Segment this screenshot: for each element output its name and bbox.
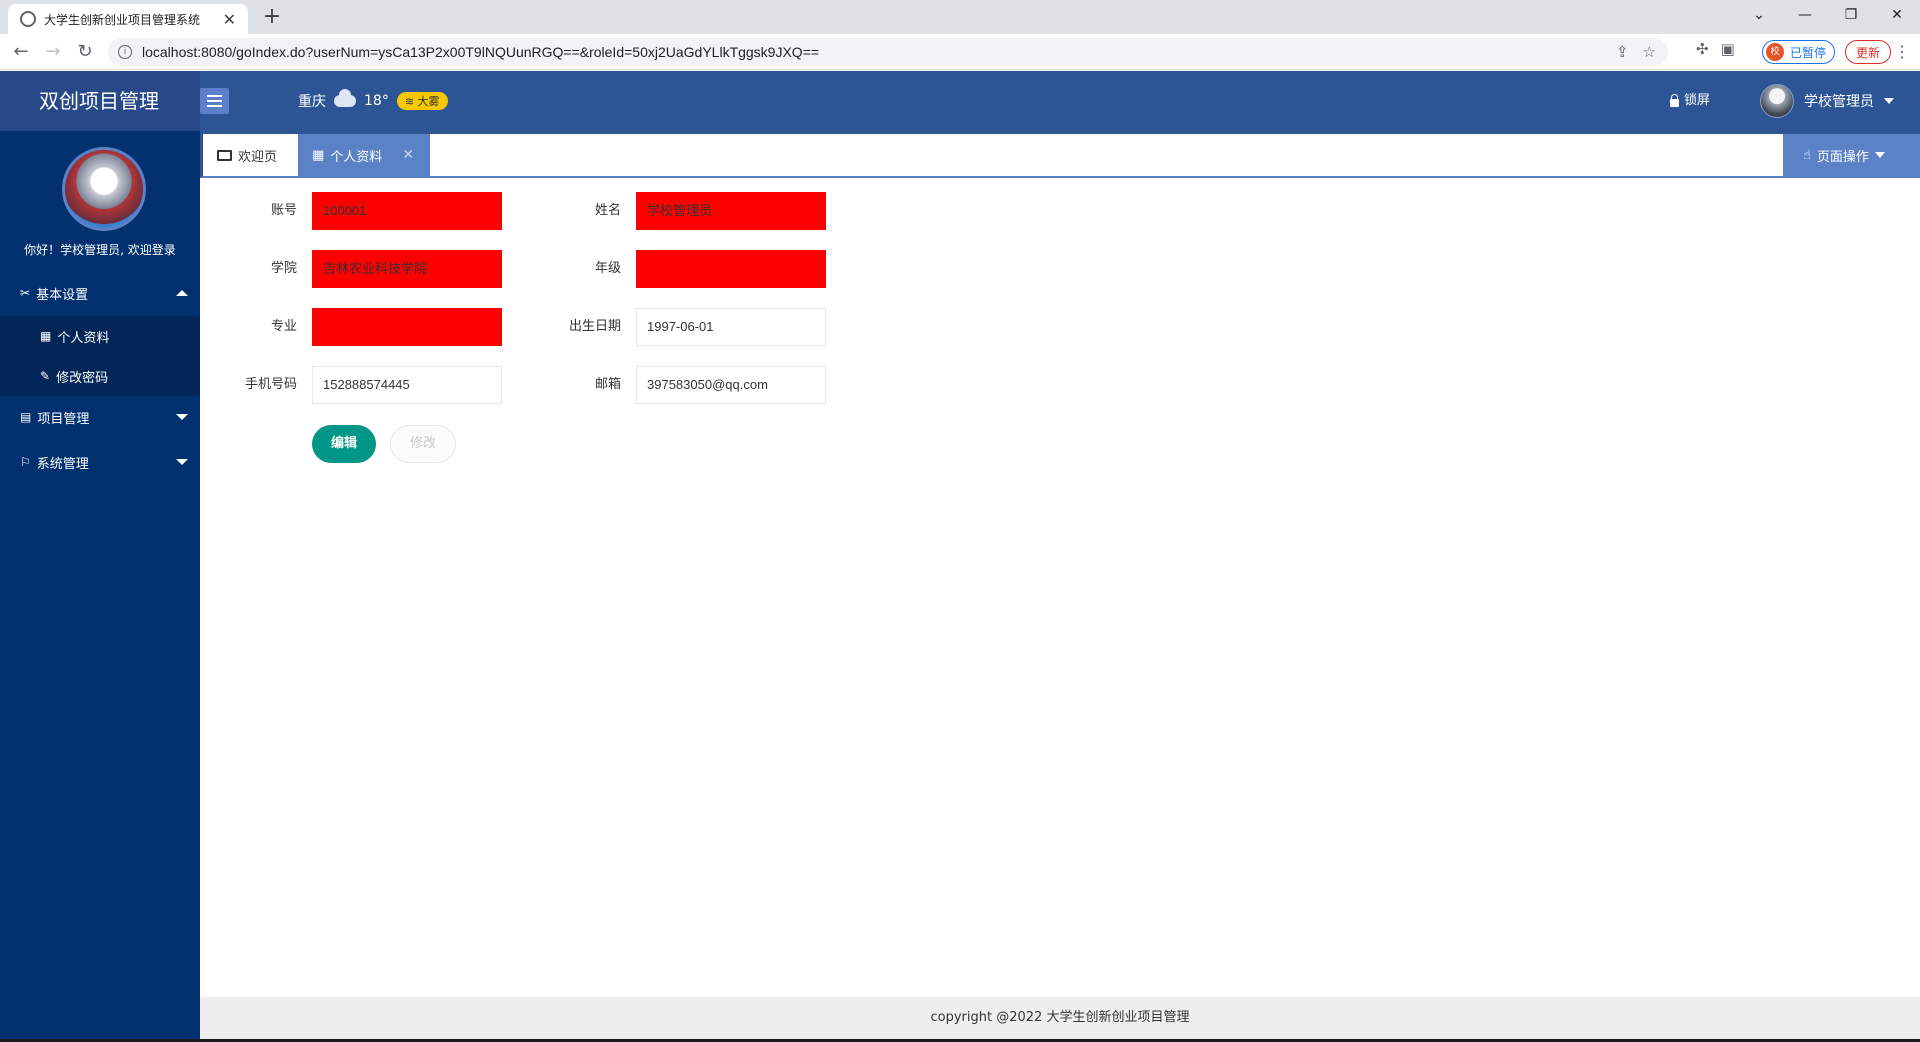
- profile-status: 已暂停: [1790, 45, 1827, 60]
- chevron-down-icon: [176, 414, 188, 420]
- browser-tabstrip: 大学生创新创业项目管理系统 ✕ + ⌄ — ❐ ✕: [0, 0, 1920, 34]
- close-icon[interactable]: ✕: [402, 147, 414, 163]
- chevron-up-icon: [176, 290, 188, 296]
- name-field[interactable]: 学校管理员: [636, 192, 826, 230]
- reload-icon[interactable]: ↻: [72, 40, 98, 66]
- user-avatar: [1760, 84, 1794, 118]
- calendar-icon: ▦: [312, 147, 325, 163]
- restore-icon[interactable]: ❐: [1828, 7, 1874, 23]
- cloud-icon: [334, 89, 356, 107]
- modify-button[interactable]: 修改: [390, 425, 456, 463]
- page-operations-button[interactable]: ☝ 页面操作: [1783, 134, 1920, 176]
- account-field[interactable]: 100001: [312, 192, 502, 230]
- monitor-icon: [217, 149, 232, 161]
- tools-icon: ✂: [20, 286, 31, 300]
- email-label: 邮箱: [594, 377, 621, 392]
- sidebar-group-system-management[interactable]: ⚐ 系统管理: [0, 442, 200, 482]
- chevron-down-icon: [1884, 98, 1894, 104]
- menu-toggle-icon[interactable]: [200, 88, 229, 114]
- browser-tab-title: 大学生创新创业项目管理系统: [44, 12, 201, 27]
- user-menu[interactable]: 学校管理员: [1760, 71, 1894, 131]
- profile-button[interactable]: 校 已暂停: [1762, 40, 1836, 64]
- college-label: 学院: [270, 261, 297, 276]
- new-tab-button[interactable]: +: [258, 4, 286, 32]
- extensions-puzzle-icon[interactable]: ✣: [1696, 40, 1709, 58]
- profile-avatar: 校: [1766, 43, 1784, 61]
- welcome-text: 你好！学校管理员, 欢迎登录: [24, 243, 176, 257]
- close-tab-icon[interactable]: ✕: [223, 10, 236, 29]
- share-icon[interactable]: ⇪: [1616, 43, 1629, 61]
- tab-search-icon[interactable]: ⌄: [1736, 7, 1782, 23]
- weather-temperature: 18°: [364, 93, 389, 109]
- app-header: 双创项目管理 重庆 18° ≋ 大雾 锁屏 学校管理员: [0, 71, 1920, 131]
- name-label: 姓名: [594, 203, 621, 218]
- app-logo: 双创项目管理: [0, 71, 200, 131]
- user-name: 学校管理员: [1804, 94, 1874, 110]
- email-field[interactable]: 397583050@qq.com: [636, 366, 826, 404]
- close-window-icon[interactable]: ✕: [1874, 7, 1920, 23]
- college-field[interactable]: 吉林农业科技学院: [312, 250, 502, 288]
- tab-profile[interactable]: ▦ 个人资料 ✕: [298, 134, 430, 176]
- grade-label: 年级: [594, 261, 621, 276]
- lock-label: 锁屏: [1684, 93, 1711, 108]
- tab-welcome[interactable]: 欢迎页: [203, 134, 291, 176]
- chevron-down-icon: [1874, 152, 1885, 158]
- window-controls: ⌄ — ❐ ✕: [1736, 0, 1920, 30]
- extension-icons: ✣ ▣: [1696, 40, 1735, 58]
- document-icon: ▤: [20, 410, 32, 424]
- footer: copyright @2022 大学生创新创业项目管理: [200, 997, 1920, 1039]
- tab-label: 个人资料: [330, 149, 383, 165]
- calendar-icon: ▦: [40, 329, 52, 343]
- sidebar-group-label: 项目管理: [37, 411, 90, 427]
- browser-tab[interactable]: 大学生创新创业项目管理系统 ✕: [8, 4, 248, 34]
- side-panel-icon[interactable]: ▣: [1721, 40, 1735, 58]
- sidebar-item-change-password[interactable]: ✎ 修改密码: [0, 356, 200, 396]
- sidebar-group-label: 系统管理: [36, 456, 89, 472]
- tab-label: 欢迎页: [238, 149, 278, 165]
- bookmark-star-icon[interactable]: ☆: [1643, 43, 1656, 61]
- update-button[interactable]: 更新: [1845, 40, 1892, 64]
- sidebar-submenu: ▦ 个人资料 ✎ 修改密码: [0, 316, 200, 396]
- major-field[interactable]: [312, 308, 502, 346]
- url-text: localhost:8080/goIndex.do?userNum=ysCa13…: [142, 44, 820, 60]
- weather-city: 重庆: [298, 94, 326, 110]
- globe-icon: [20, 11, 36, 27]
- chevron-down-icon: [176, 459, 188, 465]
- sidebar: 你好！学校管理员, 欢迎登录 ✂ 基本设置 ▦ 个人资料 ✎ 修改密码 ▤ 项目…: [0, 131, 200, 1042]
- sidebar-group-project-management[interactable]: ▤ 项目管理: [0, 397, 200, 437]
- sidebar-item-profile[interactable]: ▦ 个人资料: [0, 316, 200, 356]
- browser-toolbar: ← → ↻ i localhost:8080/goIndex.do?userNu…: [0, 34, 1920, 70]
- major-label: 专业: [270, 319, 297, 334]
- birth-date-label: 出生日期: [568, 319, 621, 334]
- edit-button[interactable]: 编辑: [312, 425, 376, 463]
- phone-field[interactable]: 152888574445: [312, 366, 502, 404]
- weather-badge: ≋ 大雾: [396, 92, 448, 110]
- forward-icon[interactable]: →: [40, 40, 66, 66]
- phone-label: 手机号码: [244, 377, 297, 392]
- account-label: 账号: [270, 203, 297, 218]
- hand-pointer-icon: ☝: [1803, 147, 1811, 163]
- site-info-icon[interactable]: i: [118, 45, 132, 59]
- address-bar[interactable]: i localhost:8080/goIndex.do?userNum=ysCa…: [108, 38, 1668, 66]
- back-icon[interactable]: ←: [8, 40, 34, 66]
- sidebar-group-basic-settings[interactable]: ✂ 基本设置: [0, 273, 200, 313]
- content-tabs: 欢迎页 ▦ 个人资料 ✕ ☝ 页面操作: [200, 134, 1920, 178]
- flag-icon: ⚐: [20, 455, 31, 469]
- sidebar-group-label: 基本设置: [36, 287, 89, 303]
- grade-field[interactable]: [636, 250, 826, 288]
- sidebar-item-label: 个人资料: [57, 330, 110, 346]
- minimize-icon[interactable]: —: [1782, 7, 1828, 23]
- browser-menu-icon[interactable]: ⋮: [1894, 42, 1910, 61]
- birth-date-field[interactable]: 1997-06-01: [636, 308, 826, 346]
- page-ops-label: 页面操作: [1816, 149, 1869, 165]
- sidebar-item-label: 修改密码: [56, 370, 109, 386]
- pencil-icon: ✎: [40, 369, 51, 383]
- lock-icon: [1670, 93, 1679, 107]
- weather-widget: 重庆 18° ≋ 大雾: [298, 71, 448, 131]
- lock-screen-button[interactable]: 锁屏: [1670, 71, 1710, 131]
- update-label: 更新: [1856, 45, 1881, 60]
- profile-avatar-large: [62, 147, 146, 231]
